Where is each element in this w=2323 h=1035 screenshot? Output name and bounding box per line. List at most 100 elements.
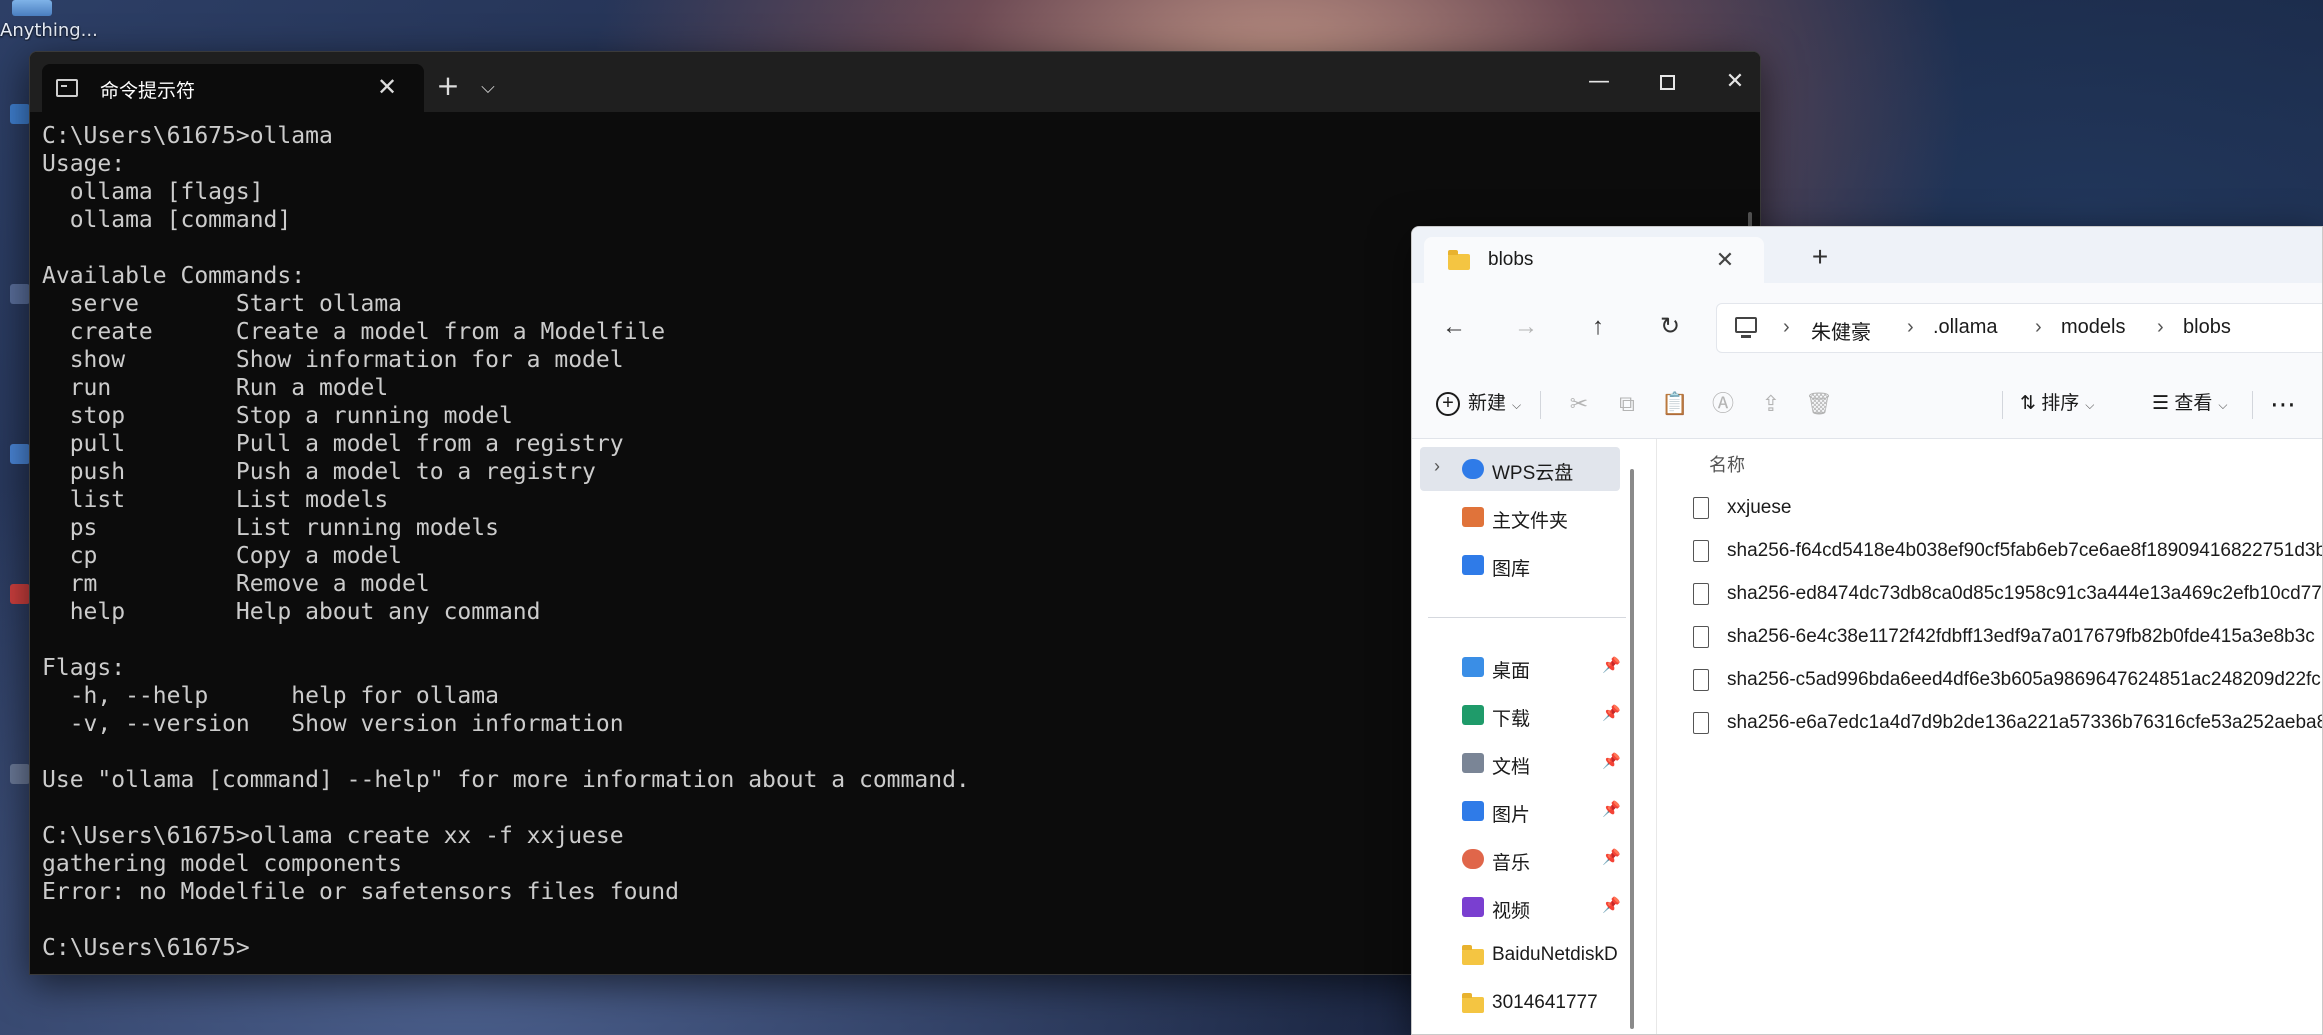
sidebar-item-home[interactable]: 主文件夹: [1412, 495, 1644, 539]
new-tab-button[interactable]: +: [1802, 239, 1838, 275]
terminal-tab[interactable]: 命令提示符 ✕: [42, 64, 424, 112]
sidebar-item-label: 下载: [1492, 709, 1531, 730]
view-icon: ☰: [2152, 393, 2175, 414]
chevron-right-icon[interactable]: ›: [1434, 456, 1440, 477]
sidebar-item-baidunetdisk[interactable]: BaiduNetdiskD: [1412, 933, 1644, 977]
sidebar-item-music[interactable]: 音乐 📌: [1412, 837, 1644, 881]
address-bar[interactable]: › 朱健豪 › .ollama › models › blobs: [1716, 303, 2322, 353]
pin-icon: 📌: [1602, 897, 1621, 914]
sidebar-item-3014641777[interactable]: 3014641777: [1412, 981, 1644, 1025]
terminal-line: C:\Users\61675>ollama: [42, 123, 333, 149]
terminal-line: cp Copy a model: [42, 543, 403, 569]
close-tab-icon[interactable]: ✕: [1708, 243, 1742, 277]
pictures-icon: [1462, 801, 1484, 821]
folder-icon: [1448, 250, 1470, 270]
file-row[interactable]: sha256-6e4c38e1172f42fdbff13edf9a7a01767…: [1693, 618, 2322, 658]
delete-icon[interactable]: 🗑: [1802, 387, 1836, 421]
view-button[interactable]: ☰ 查看 ⌵: [2152, 387, 2227, 421]
breadcrumb-user[interactable]: 朱健豪: [1811, 316, 1871, 345]
toolbar-divider: [2002, 391, 2003, 419]
close-tab-icon[interactable]: ✕: [372, 72, 402, 102]
pin-icon: 📌: [1602, 801, 1621, 818]
sort-button-label: 排序: [2041, 393, 2080, 414]
sort-icon: ⇅: [2020, 393, 2042, 414]
sidebar-item-label: 图库: [1492, 559, 1531, 580]
share-icon[interactable]: ⇪: [1754, 387, 1788, 421]
sidebar-item-documents[interactable]: 文档 📌: [1412, 741, 1644, 785]
up-button[interactable]: ↑: [1578, 309, 1618, 345]
file-icon: [1693, 497, 1709, 519]
breadcrumb-separator[interactable]: ›: [1783, 316, 1790, 339]
desktop-icon-partial[interactable]: [0, 100, 30, 144]
terminal-output[interactable]: C:\Users\61675>ollama Usage: ollama [flag…: [42, 122, 1442, 972]
terminal-line: run Run a model: [42, 375, 389, 401]
new-button[interactable]: + 新建 ⌵: [1436, 387, 1521, 421]
column-header-name[interactable]: 名称: [1709, 451, 1745, 477]
computer-icon[interactable]: [1735, 317, 1757, 338]
paste-icon[interactable]: 📋: [1658, 387, 1692, 421]
new-tab-button[interactable]: +: [430, 68, 466, 104]
explorer-tab[interactable]: blobs ✕: [1424, 237, 1764, 283]
folder-icon: [1462, 945, 1484, 965]
forward-button[interactable]: →: [1506, 309, 1546, 345]
terminal-line: ollama [flags]: [42, 179, 264, 205]
explorer-tab-title: blobs: [1488, 249, 1534, 270]
shortcut-icon: [12, 0, 52, 16]
desktop-icon-partial[interactable]: [0, 760, 30, 804]
desktop-shortcut[interactable]: Anything...: [0, 0, 100, 44]
breadcrumb-ollama[interactable]: .ollama: [1933, 316, 1997, 339]
chevron-down-icon[interactable]: ⌵: [470, 70, 506, 106]
explorer-titlebar[interactable]: blobs ✕ +: [1412, 227, 2322, 283]
breadcrumb-separator[interactable]: ›: [1907, 316, 1914, 339]
sidebar-item-pictures[interactable]: 图片 📌: [1412, 789, 1644, 833]
file-row[interactable]: xxjuese: [1693, 489, 2322, 529]
back-button[interactable]: ←: [1434, 309, 1474, 345]
desktop-icon: [1462, 657, 1484, 677]
sidebar-item-downloads[interactable]: 下载 📌: [1412, 693, 1644, 737]
sort-button[interactable]: ⇅ 排序 ⌵: [2020, 387, 2094, 421]
minimize-button[interactable]: —: [1565, 52, 1633, 112]
terminal-line: Error: no Modelfile or safetensors files…: [42, 879, 679, 905]
maximize-button[interactable]: [1633, 52, 1701, 112]
breadcrumb-separator[interactable]: ›: [2035, 316, 2042, 339]
copy-icon[interactable]: ⧉: [1610, 387, 1644, 421]
desktop-icon-partial[interactable]: [0, 280, 30, 324]
sidebar-item-gallery[interactable]: 图库: [1412, 543, 1644, 587]
file-row[interactable]: sha256-f64cd5418e4b038ef90cf5fab6eb7ce6a…: [1693, 532, 2323, 572]
breadcrumb-models[interactable]: models: [2061, 316, 2125, 339]
breadcrumb-separator[interactable]: ›: [2157, 316, 2164, 339]
file-row[interactable]: sha256-ed8474dc73db8ca0d85c1958c91c3a444…: [1693, 575, 2322, 615]
file-row[interactable]: sha256-c5ad996bda6eed4df6e3b605a98696476…: [1693, 661, 2322, 701]
close-window-button[interactable]: ✕: [1701, 52, 1760, 112]
file-row[interactable]: sha256-e6a7edc1a4d7d9b2de136a221a57336b7…: [1693, 704, 2322, 744]
terminal-titlebar[interactable]: 命令提示符 ✕ + ⌵ — ✕: [30, 52, 1760, 112]
sidebar-item-desktop[interactable]: 桌面 📌: [1412, 645, 1644, 689]
sidebar-item-label: 图片: [1492, 805, 1531, 826]
sidebar-item-videos[interactable]: 视频 📌: [1412, 885, 1644, 929]
terminal-line: help Help about any command: [42, 599, 541, 625]
file-name: sha256-6e4c38e1172f42fdbff13edf9a7a01767…: [1727, 626, 2315, 647]
more-options-icon[interactable]: ⋯: [2270, 387, 2296, 421]
terminal-line: list List models: [42, 487, 389, 513]
rename-icon[interactable]: Ⓐ: [1706, 387, 1740, 421]
refresh-button[interactable]: ↻: [1650, 309, 1690, 345]
cloud-icon: [1462, 459, 1484, 479]
explorer-toolbar: + 新建 ⌵ ✂ ⧉ 📋 Ⓐ ⇪ 🗑 ⇅ 排序 ⌵ ☰ 查看 ⌵ ⋯: [1412, 369, 2322, 439]
sidebar-scrollbar[interactable]: [1630, 469, 1634, 1029]
explorer-navbar: ← → ↑ ↻ › 朱健豪 › .ollama › models › blobs: [1412, 283, 2322, 369]
plus-icon: +: [1436, 391, 1460, 416]
terminal-line: ps List running models: [42, 515, 499, 541]
sidebar-item-label: 音乐: [1492, 853, 1531, 874]
file-explorer-window[interactable]: blobs ✕ + ← → ↑ ↻ › 朱健豪 › .ollama › mode…: [1411, 226, 2323, 1035]
sidebar-item-wps-cloud[interactable]: › WPS云盘: [1420, 447, 1620, 491]
desktop-icon-partial[interactable]: [0, 440, 30, 484]
sidebar-item-label: 文档: [1492, 757, 1531, 778]
file-name: sha256-f64cd5418e4b038ef90cf5fab6eb7ce6a…: [1727, 540, 2323, 561]
cut-icon[interactable]: ✂: [1562, 387, 1596, 421]
desktop-icon-partial[interactable]: [0, 580, 30, 624]
breadcrumb-blobs[interactable]: blobs: [2183, 316, 2231, 339]
sidebar-divider: [1428, 617, 1626, 618]
sidebar-item-blobs[interactable]: blobs: [1412, 1029, 1644, 1034]
